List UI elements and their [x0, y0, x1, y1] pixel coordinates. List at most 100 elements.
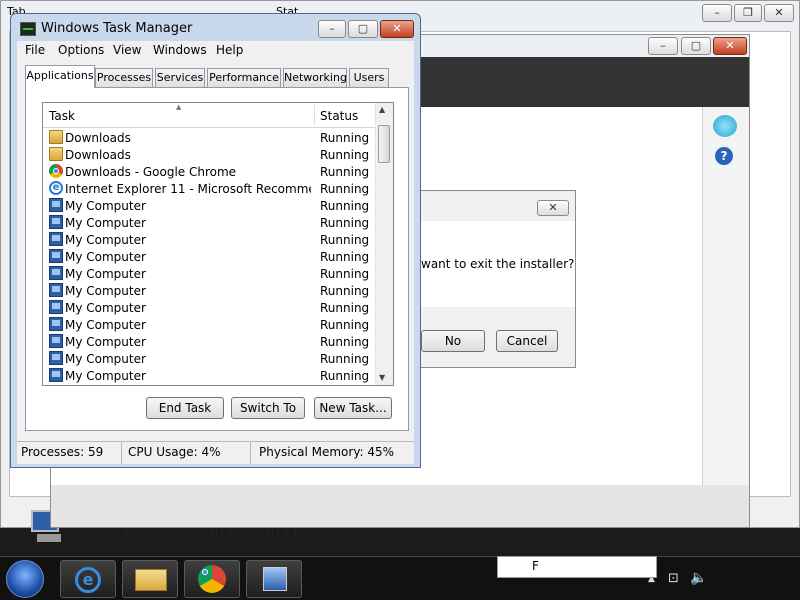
computer-icon — [49, 334, 63, 348]
task-status: Running — [320, 250, 370, 264]
table-row[interactable]: My Computer Running — [43, 214, 376, 231]
taskbar-setup[interactable] — [246, 560, 302, 598]
table-row[interactable]: Downloads - Google Chrome Running — [43, 163, 376, 180]
tab-performance[interactable]: Performance — [207, 68, 281, 87]
task-status: Running — [320, 165, 370, 179]
table-row[interactable]: e Internet Explorer 11 - Microsoft Recomm… — [43, 180, 376, 197]
tab-users[interactable]: Users — [349, 68, 389, 87]
computer-icon — [49, 249, 63, 263]
close-button[interactable]: ✕ — [764, 4, 794, 22]
task-status: Running — [320, 131, 370, 145]
window-title: Windows Task Manager — [41, 21, 193, 36]
minimize-button[interactable]: – — [702, 4, 732, 22]
scroll-down-icon[interactable]: ▼ — [379, 373, 385, 382]
table-row[interactable]: My Computer Running — [43, 299, 376, 316]
help-icon[interactable]: ? — [715, 147, 733, 165]
task-name: My Computer — [65, 233, 146, 247]
vertical-scrollbar[interactable]: ▲ ▼ — [375, 103, 393, 385]
applications-tab-page: ▲ Task Status Downloads Running Downloads R… — [25, 87, 409, 431]
menu-bar: File Options View Windows Help — [17, 41, 414, 61]
volume-icon[interactable]: 🔈 — [690, 570, 707, 586]
task-name: My Computer — [65, 267, 146, 281]
switch-to-button[interactable]: Switch To — [231, 397, 305, 419]
scroll-thumb[interactable] — [378, 125, 390, 163]
table-row[interactable]: My Computer Running — [43, 333, 376, 350]
column-status[interactable]: Status — [320, 109, 358, 123]
menu-view[interactable]: View — [113, 43, 141, 57]
scroll-up-icon[interactable]: ▲ — [379, 105, 385, 114]
menu-file[interactable]: File — [25, 43, 45, 57]
installer-close-button[interactable]: ✕ — [713, 37, 747, 55]
start-orb-icon[interactable] — [6, 560, 44, 598]
status-memory: Physical Memory: 45% — [259, 445, 395, 459]
maximize-button[interactable]: ❐ — [734, 4, 762, 22]
tab-processes[interactable]: Processes — [95, 68, 153, 87]
task-status: Running — [320, 182, 370, 196]
task-status: Running — [320, 199, 370, 213]
menu-options[interactable]: Options — [58, 43, 104, 57]
task-status: Running — [320, 318, 370, 332]
internet-explorer-icon: e — [49, 181, 63, 195]
menu-help[interactable]: Help — [216, 43, 243, 57]
computer-icon — [49, 317, 63, 331]
installer-bottom-strip — [51, 485, 749, 527]
table-row[interactable]: My Computer Running — [43, 197, 376, 214]
tab-services[interactable]: Services — [155, 68, 205, 87]
tm-maximize-button[interactable]: ▢ — [348, 20, 378, 38]
task-name: Downloads — [65, 131, 131, 145]
end-task-button[interactable]: End Task — [146, 397, 224, 419]
task-name: My Computer — [65, 352, 146, 366]
tab-applications[interactable]: Applications — [25, 65, 95, 88]
task-list[interactable]: ▲ Task Status Downloads Running Downloads R… — [42, 102, 394, 386]
installer-minimize-button[interactable]: – — [648, 37, 678, 55]
taskbar: e ▲ ⊡ 🔈 — [0, 556, 800, 600]
network-icon[interactable]: ⊡ — [668, 571, 679, 586]
table-row[interactable]: Downloads Running — [43, 129, 376, 146]
sort-arrow-icon: ▲ — [176, 103, 182, 111]
installer-maximize-button[interactable]: ▢ — [681, 37, 711, 55]
tray-popup-text: F — [532, 559, 539, 573]
tray-popup: F — [497, 556, 657, 578]
table-row[interactable]: My Computer Running — [43, 350, 376, 367]
task-status: Running — [320, 352, 370, 366]
table-row[interactable]: My Computer Running — [43, 367, 376, 384]
no-button[interactable]: No — [421, 330, 485, 352]
tab-networking[interactable]: Networking — [283, 68, 347, 87]
taskbar-chrome[interactable] — [184, 560, 240, 598]
task-status: Running — [320, 148, 370, 162]
internet-explorer-icon: e — [75, 567, 101, 593]
status-processes: Processes: 59 — [17, 442, 122, 464]
task-status: Running — [320, 267, 370, 281]
tm-minimize-button[interactable]: – — [318, 20, 346, 38]
task-name: Downloads — [65, 148, 131, 162]
chrome-icon — [198, 565, 226, 593]
shell-icon[interactable] — [713, 115, 737, 137]
task-status: Running — [320, 284, 370, 298]
task-name: My Computer — [65, 284, 146, 298]
table-row[interactable]: My Computer Running — [43, 316, 376, 333]
column-task[interactable]: Task — [49, 109, 75, 123]
table-row[interactable]: Downloads Running — [43, 146, 376, 163]
computer-icon — [49, 300, 63, 314]
cancel-button[interactable]: Cancel — [496, 330, 558, 352]
tm-close-button[interactable]: ✕ — [380, 20, 414, 38]
dialog-close-button[interactable]: ✕ — [537, 200, 569, 216]
file-explorer-icon — [135, 569, 167, 591]
task-name: Internet Explorer 11 - Microsoft Recomme… — [65, 182, 311, 196]
taskbar-file-explorer[interactable] — [122, 560, 178, 598]
task-status: Running — [320, 369, 370, 383]
exit-confirm-dialog: ✕ want to exit the installer? No Cancel — [420, 190, 576, 368]
computer-icon — [49, 198, 63, 212]
table-row[interactable]: My Computer Running — [43, 248, 376, 265]
menu-windows[interactable]: Windows — [153, 43, 207, 57]
computer-icon — [49, 351, 63, 365]
taskbar-internet-explorer[interactable]: e — [60, 560, 116, 598]
task-name: My Computer — [65, 318, 146, 332]
table-row[interactable]: My Computer Running — [43, 231, 376, 248]
new-task-button[interactable]: New Task... — [314, 397, 392, 419]
table-row[interactable]: My Computer Running — [43, 265, 376, 282]
folder-icon — [49, 147, 63, 161]
table-row[interactable]: My Computer Running — [43, 282, 376, 299]
task-status: Running — [320, 216, 370, 230]
task-status: Running — [320, 335, 370, 349]
